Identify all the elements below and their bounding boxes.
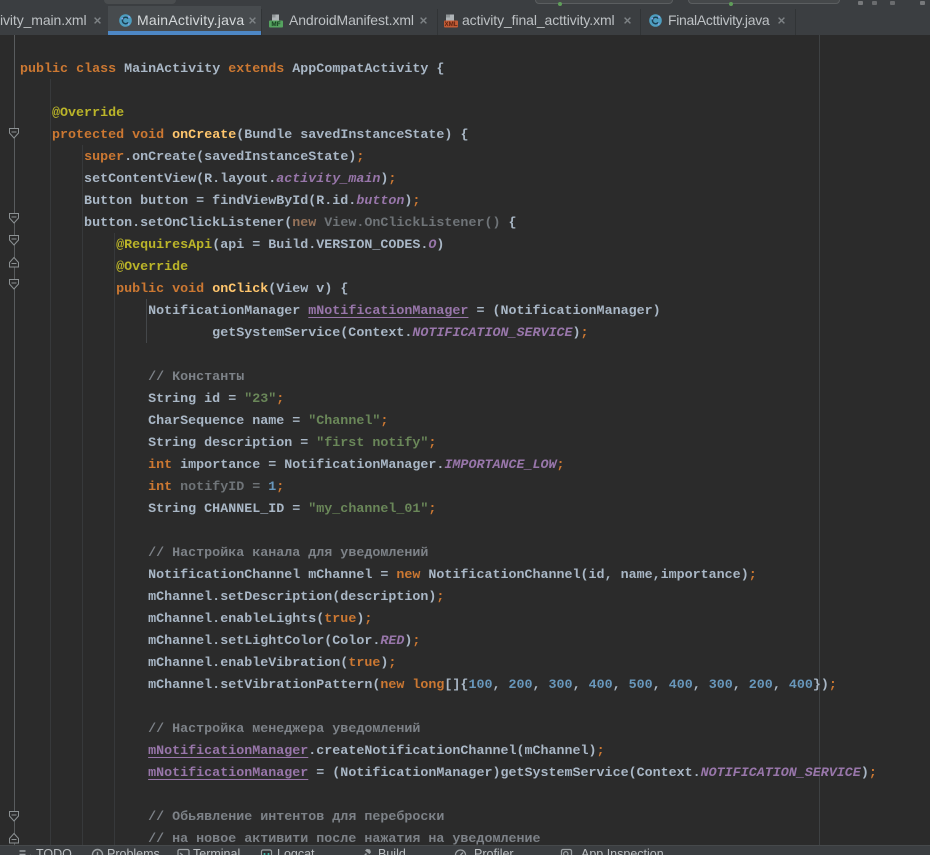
svg-text:MF: MF	[271, 21, 280, 28]
svg-text:XML: XML	[444, 21, 457, 28]
